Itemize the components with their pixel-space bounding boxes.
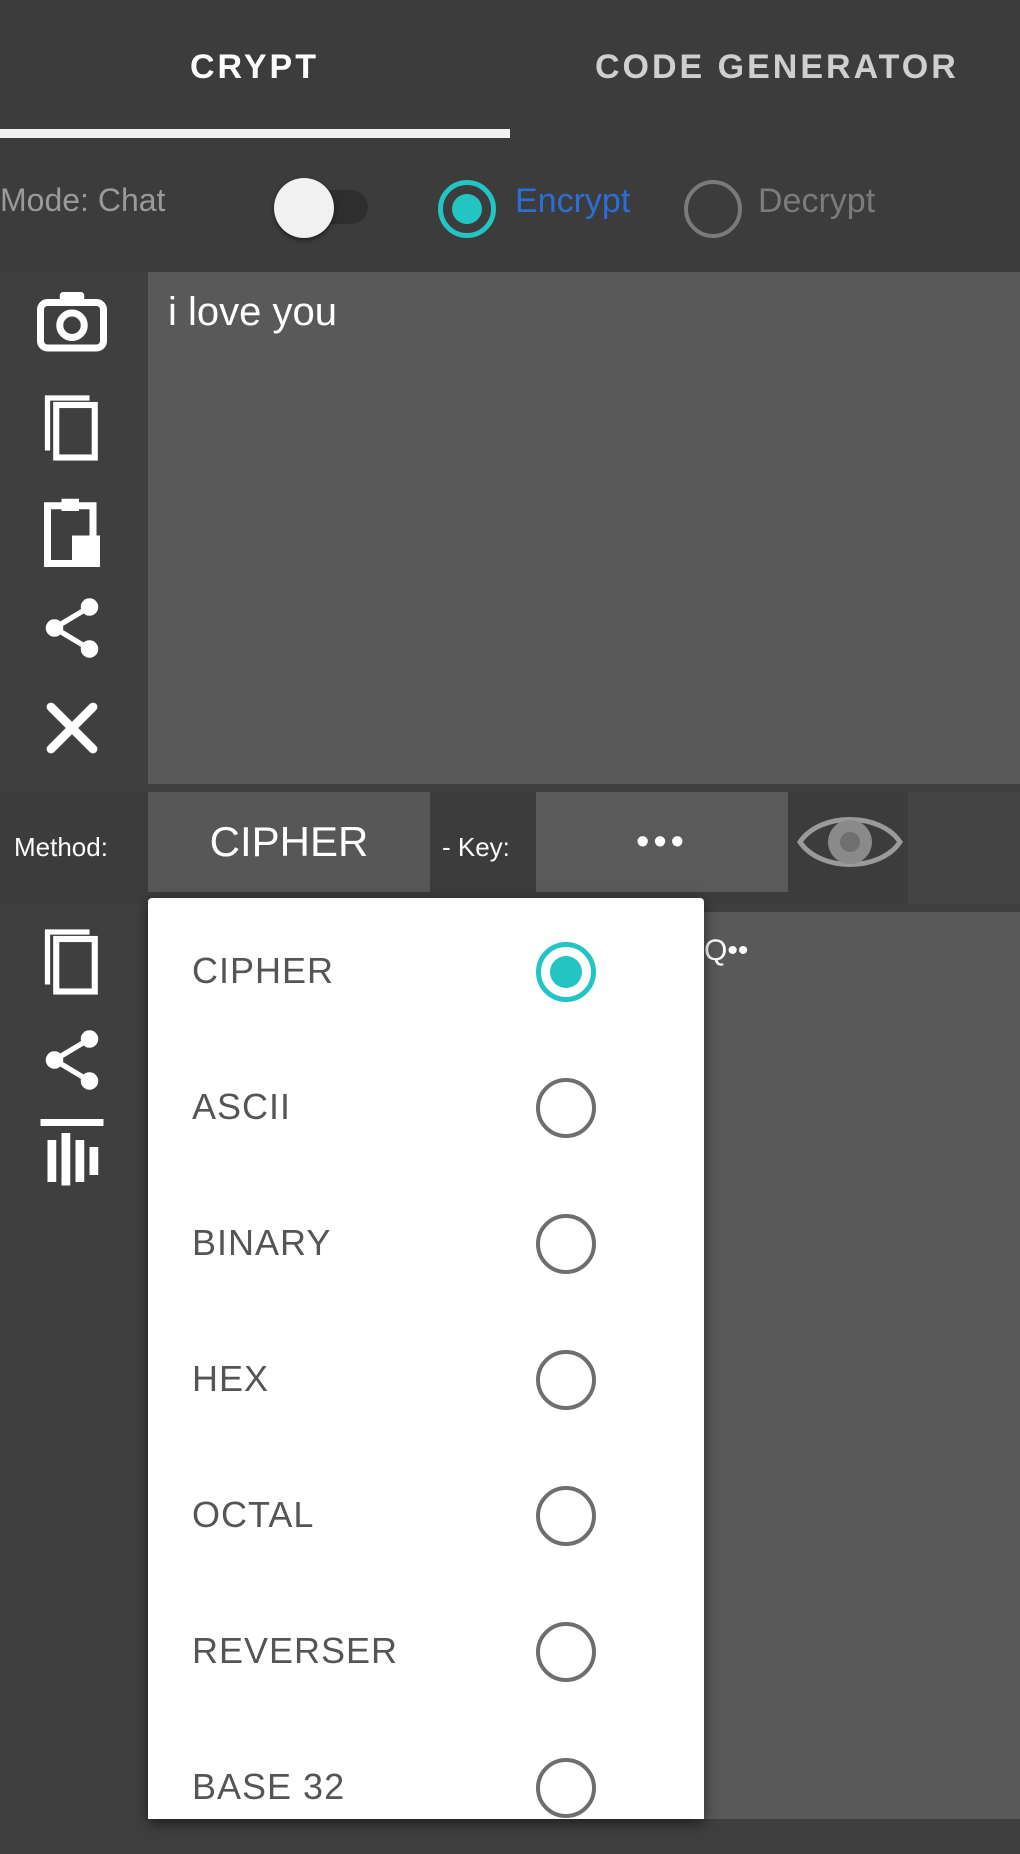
eye-icon[interactable] [794,794,906,890]
method-option-binary[interactable]: BINARY [148,1174,704,1310]
method-option-radio[interactable] [536,1486,596,1546]
method-select[interactable]: CIPHER [148,792,430,892]
method-option-base32[interactable]: BASE 32 [148,1718,704,1854]
key-label: - Key: [442,832,510,862]
key-input[interactable]: ••• [536,792,788,892]
method-option-label: OCTAL [192,1494,315,1535]
method-option-label: CIPHER [192,950,335,991]
tab-crypt[interactable]: CRYPT [190,48,319,87]
tab-code-generator[interactable]: CODE GENERATOR [595,48,959,87]
method-option-radio[interactable] [536,1214,596,1274]
method-option-label: BASE 32 [192,1766,346,1807]
camera-icon[interactable] [28,276,116,364]
encrypt-radio[interactable] [438,180,496,238]
method-option-label: BINARY [192,1222,332,1263]
input-textarea[interactable]: i love you [148,272,1020,784]
tab-bar: CRYPT CODE GENERATOR [0,0,1020,140]
method-option-reverser[interactable]: REVERSER [148,1582,704,1718]
output-text: Q•• [704,934,749,967]
method-row-filler [908,792,1020,904]
output-share-icon[interactable] [28,1016,116,1104]
encrypt-label[interactable]: Encrypt [515,182,630,221]
share-icon[interactable] [28,584,116,672]
method-option-octal[interactable]: OCTAL [148,1446,704,1582]
method-option-label: REVERSER [192,1630,399,1671]
method-option-radio[interactable] [536,1350,596,1410]
method-dropdown: CIPHER ASCII BINARY HEX OCTAL REVERSER B… [148,898,704,1819]
tab-indicator [0,129,510,138]
method-option-label: ASCII [192,1086,292,1127]
mode-label: Mode: Chat [0,182,166,218]
copy-icon[interactable] [28,382,116,470]
method-option-ascii[interactable]: ASCII [148,1038,704,1174]
method-label: Method: [14,832,108,862]
input-text: i love you [168,290,337,334]
mode-row: Mode: Chat Encrypt Decrypt [0,140,1020,272]
paste-icon[interactable] [28,488,116,576]
method-option-hex[interactable]: HEX [148,1310,704,1446]
method-option-radio[interactable] [536,1622,596,1682]
equalizer-icon[interactable] [28,1110,116,1198]
method-row: Method: CIPHER - Key: ••• [0,792,1020,904]
method-option-radio[interactable] [536,1758,596,1818]
clear-icon[interactable] [28,684,116,772]
method-option-label: HEX [192,1358,270,1399]
method-option-radio[interactable] [536,1078,596,1138]
mode-toggle[interactable] [274,178,334,238]
method-option-cipher[interactable]: CIPHER [148,902,704,1038]
method-option-radio[interactable] [536,942,596,1002]
output-copy-icon[interactable] [28,916,116,1004]
decrypt-label[interactable]: Decrypt [758,182,875,221]
decrypt-radio[interactable] [684,180,742,238]
